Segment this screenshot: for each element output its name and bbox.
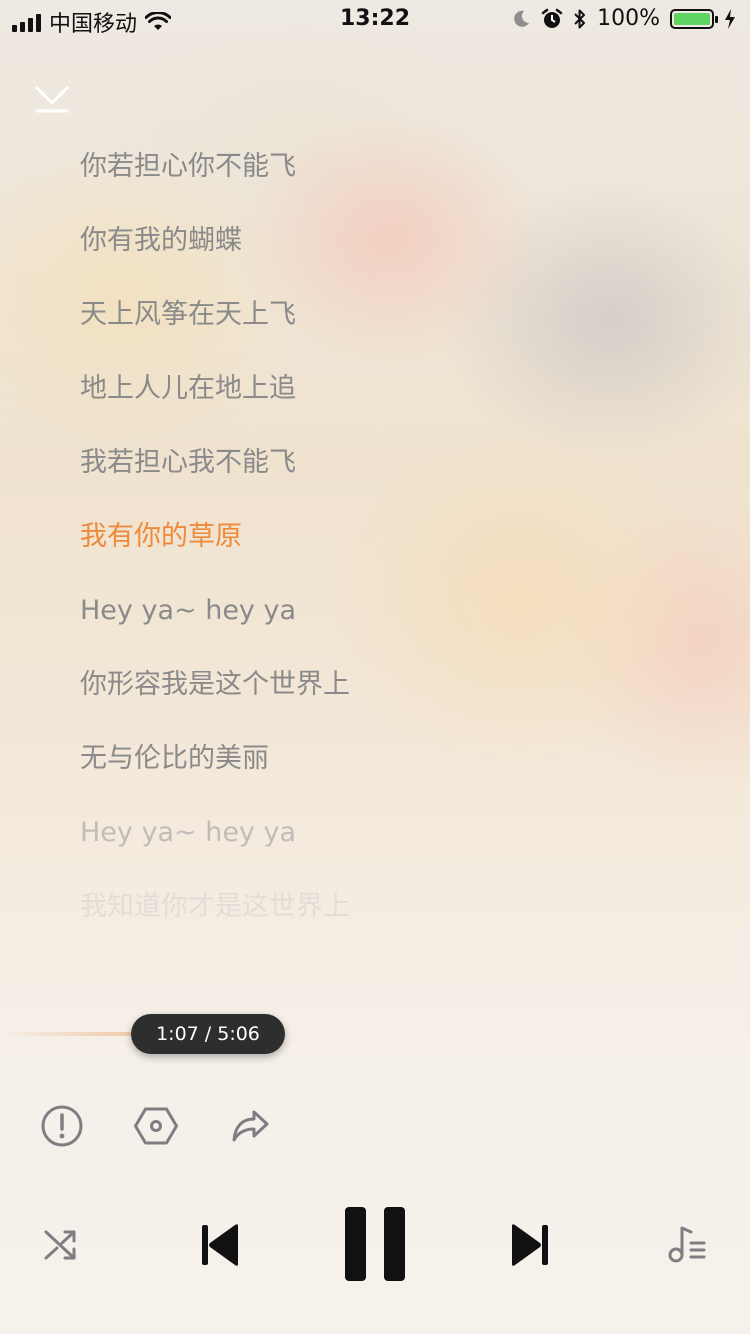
time-display[interactable]: 1:07 / 5:06 xyxy=(131,1014,285,1054)
lyric-line[interactable]: 无与伦比的美丽 xyxy=(80,738,680,812)
report-button[interactable] xyxy=(36,1100,88,1152)
lyric-line[interactable]: 你形容我是这个世界上 xyxy=(80,664,680,738)
pause-icon xyxy=(345,1207,405,1281)
lyric-line[interactable]: 你若担心你不能飞 xyxy=(80,146,680,220)
playlist-icon xyxy=(668,1226,706,1263)
moon-icon xyxy=(514,10,530,27)
previous-button[interactable] xyxy=(199,1222,241,1268)
effects-button[interactable] xyxy=(130,1100,182,1152)
status-bar: 中国移动 13:22 100% xyxy=(0,0,750,40)
pause-button[interactable] xyxy=(344,1205,408,1283)
playlist-button[interactable] xyxy=(666,1223,710,1265)
share-button[interactable] xyxy=(224,1100,276,1152)
battery-percent: 100% xyxy=(597,6,660,31)
report-icon xyxy=(41,1105,83,1147)
lyric-line-current[interactable]: 我有你的草原 xyxy=(80,516,680,590)
lyric-line[interactable]: Hey ya~ hey ya xyxy=(80,590,680,664)
lyric-line[interactable]: 我若担心我不能飞 xyxy=(80,442,680,516)
next-icon xyxy=(512,1224,548,1266)
bluetooth-icon xyxy=(574,9,586,28)
battery-icon xyxy=(670,8,718,29)
lyric-line[interactable]: 天上风筝在天上飞 xyxy=(80,294,680,368)
lyric-line[interactable]: 地上人儿在地上追 xyxy=(80,368,680,442)
previous-icon xyxy=(202,1224,238,1266)
shuffle-button[interactable] xyxy=(40,1223,82,1265)
shuffle-icon xyxy=(44,1230,76,1260)
charging-icon xyxy=(725,8,735,29)
status-right: 100% xyxy=(511,6,736,31)
collapse-button[interactable] xyxy=(34,82,70,118)
next-button[interactable] xyxy=(509,1222,551,1268)
settings-hexagon-icon xyxy=(134,1107,178,1145)
playback-controls xyxy=(0,1205,750,1283)
lyric-line[interactable]: 我知道你才是这世界上 xyxy=(80,886,680,960)
share-icon xyxy=(232,1110,269,1142)
alarm-icon xyxy=(541,8,563,28)
chevron-down-icon xyxy=(35,86,69,113)
action-bar xyxy=(0,1100,750,1152)
lyric-line[interactable]: Hey ya~ hey ya xyxy=(80,812,680,886)
lyric-line[interactable]: 你有我的蝴蝶 xyxy=(80,220,680,294)
lyrics-list[interactable]: 你若担心你不能飞 你有我的蝴蝶 天上风筝在天上飞 地上人儿在地上追 我若担心我不… xyxy=(80,146,680,960)
